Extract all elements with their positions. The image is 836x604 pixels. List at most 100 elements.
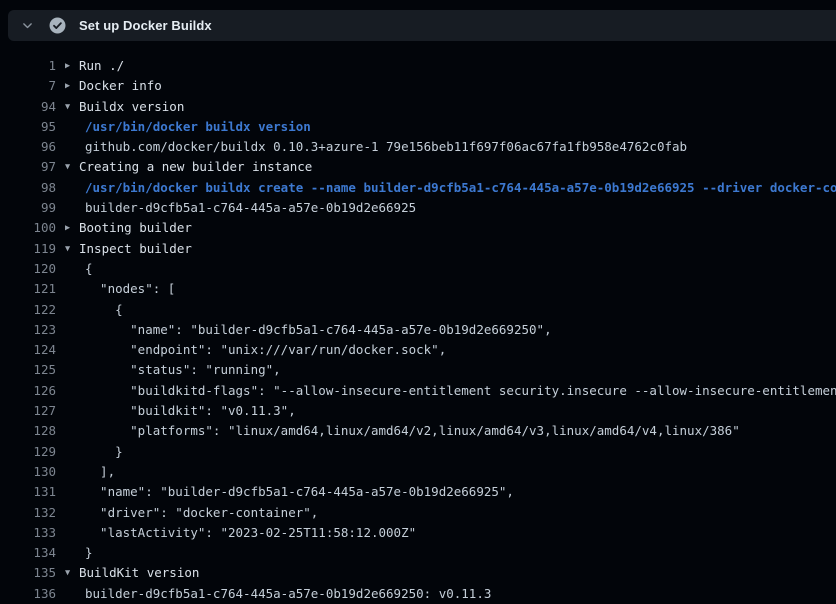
line-number[interactable]: 95 bbox=[0, 117, 56, 137]
chevron-down-icon[interactable]: ▼ bbox=[65, 239, 79, 259]
log-line[interactable]: 120 { bbox=[0, 259, 836, 279]
log-text: { bbox=[85, 300, 123, 320]
log-text: "status": "running", bbox=[85, 360, 281, 380]
line-number[interactable]: 1 bbox=[0, 56, 56, 76]
arrow-slot-empty bbox=[65, 584, 79, 604]
chevron-right-icon[interactable]: ▶ bbox=[65, 56, 79, 76]
arrow-slot-empty bbox=[65, 401, 79, 421]
log-text: } bbox=[85, 442, 123, 462]
line-number[interactable]: 7 bbox=[0, 76, 56, 96]
log-text: "name": "builder-d9cfb5a1-c764-445a-a57e… bbox=[85, 320, 552, 340]
line-number[interactable]: 119 bbox=[0, 239, 56, 259]
arrow-slot-empty bbox=[65, 137, 79, 157]
log-line[interactable]: 135 ▼ BuildKit version bbox=[0, 563, 836, 583]
line-number[interactable]: 129 bbox=[0, 442, 56, 462]
actions-log-viewer: Set up Docker Buildx 1 ▶ Run ./ 7 ▶ Dock… bbox=[0, 0, 836, 604]
line-number[interactable]: 120 bbox=[0, 259, 56, 279]
log-line[interactable]: 122 { bbox=[0, 300, 836, 320]
line-number[interactable]: 127 bbox=[0, 401, 56, 421]
arrow-slot-empty bbox=[65, 300, 79, 320]
log-line[interactable]: 94 ▼ Buildx version bbox=[0, 97, 836, 117]
log-line[interactable]: 129 } bbox=[0, 442, 836, 462]
arrow-slot-empty bbox=[65, 340, 79, 360]
arrow-slot-empty bbox=[65, 178, 79, 198]
log-line[interactable]: 100 ▶ Booting builder bbox=[0, 218, 836, 238]
arrow-slot-empty bbox=[65, 523, 79, 543]
chevron-down-icon[interactable]: ▼ bbox=[65, 97, 79, 117]
arrow-slot-empty bbox=[65, 117, 79, 137]
arrow-slot-empty bbox=[65, 198, 79, 218]
log-line[interactable]: 7 ▶ Docker info bbox=[0, 76, 836, 96]
log-text: "platforms": "linux/amd64,linux/amd64/v2… bbox=[85, 421, 740, 441]
line-number[interactable]: 136 bbox=[0, 584, 56, 604]
log-line[interactable]: 132 "driver": "docker-container", bbox=[0, 503, 836, 523]
log-text: Buildx version bbox=[79, 97, 184, 117]
line-number[interactable]: 122 bbox=[0, 300, 56, 320]
line-number[interactable]: 128 bbox=[0, 421, 56, 441]
log-line[interactable]: 99 builder-d9cfb5a1-c764-445a-a57e-0b19d… bbox=[0, 198, 836, 218]
arrow-slot-empty bbox=[65, 543, 79, 563]
log-line[interactable]: 96 github.com/docker/buildx 0.10.3+azure… bbox=[0, 137, 836, 157]
line-number[interactable]: 123 bbox=[0, 320, 56, 340]
log-line[interactable]: 128 "platforms": "linux/amd64,linux/amd6… bbox=[0, 421, 836, 441]
log-text: "buildkitd-flags": "--allow-insecure-ent… bbox=[85, 381, 836, 401]
log-text: "lastActivity": "2023-02-25T11:58:12.000… bbox=[85, 523, 416, 543]
log-line[interactable]: 130 ], bbox=[0, 462, 836, 482]
log-text: Booting builder bbox=[79, 218, 192, 238]
log-text: /usr/bin/docker buildx create --name bui… bbox=[85, 178, 836, 198]
log-line[interactable]: 133 "lastActivity": "2023-02-25T11:58:12… bbox=[0, 523, 836, 543]
line-number[interactable]: 97 bbox=[0, 157, 56, 177]
log-text: Run ./ bbox=[79, 56, 124, 76]
log-text: Creating a new builder instance bbox=[79, 157, 312, 177]
log-line[interactable]: 97 ▼ Creating a new builder instance bbox=[0, 157, 836, 177]
chevron-down-icon[interactable] bbox=[21, 19, 34, 32]
arrow-slot-empty bbox=[65, 482, 79, 502]
line-number[interactable]: 99 bbox=[0, 198, 56, 218]
line-number[interactable]: 133 bbox=[0, 523, 56, 543]
log-line[interactable]: 134 } bbox=[0, 543, 836, 563]
arrow-slot-empty bbox=[65, 462, 79, 482]
log-line[interactable]: 1 ▶ Run ./ bbox=[0, 56, 836, 76]
arrow-slot-empty bbox=[65, 442, 79, 462]
line-number[interactable]: 130 bbox=[0, 462, 56, 482]
log-line[interactable]: 95 /usr/bin/docker buildx version bbox=[0, 117, 836, 137]
line-number[interactable]: 135 bbox=[0, 563, 56, 583]
log-line[interactable]: 123 "name": "builder-d9cfb5a1-c764-445a-… bbox=[0, 320, 836, 340]
log-text: builder-d9cfb5a1-c764-445a-a57e-0b19d2e6… bbox=[85, 584, 491, 604]
log-line[interactable]: 136 builder-d9cfb5a1-c764-445a-a57e-0b19… bbox=[0, 584, 836, 604]
line-number[interactable]: 134 bbox=[0, 543, 56, 563]
step-header[interactable]: Set up Docker Buildx bbox=[8, 10, 836, 41]
arrow-slot-empty bbox=[65, 381, 79, 401]
log-text: } bbox=[85, 543, 93, 563]
chevron-down-icon[interactable]: ▼ bbox=[65, 563, 79, 583]
chevron-right-icon[interactable]: ▶ bbox=[65, 76, 79, 96]
arrow-slot-empty bbox=[65, 503, 79, 523]
line-number[interactable]: 124 bbox=[0, 340, 56, 360]
line-number[interactable]: 98 bbox=[0, 178, 56, 198]
log-line[interactable]: 121 "nodes": [ bbox=[0, 279, 836, 299]
log-text: Docker info bbox=[79, 76, 162, 96]
log-text: Inspect builder bbox=[79, 239, 192, 259]
arrow-slot-empty bbox=[65, 421, 79, 441]
log-line[interactable]: 126 "buildkitd-flags": "--allow-insecure… bbox=[0, 381, 836, 401]
log-line[interactable]: 127 "buildkit": "v0.11.3", bbox=[0, 401, 836, 421]
log-line[interactable]: 125 "status": "running", bbox=[0, 360, 836, 380]
arrow-slot-empty bbox=[65, 360, 79, 380]
line-number[interactable]: 94 bbox=[0, 97, 56, 117]
log-lines: 1 ▶ Run ./ 7 ▶ Docker info 94 ▼ Buildx v… bbox=[0, 41, 836, 604]
log-line[interactable]: 98 /usr/bin/docker buildx create --name … bbox=[0, 178, 836, 198]
line-number[interactable]: 125 bbox=[0, 360, 56, 380]
log-line[interactable]: 131 "name": "builder-d9cfb5a1-c764-445a-… bbox=[0, 482, 836, 502]
line-number[interactable]: 100 bbox=[0, 218, 56, 238]
line-number[interactable]: 132 bbox=[0, 503, 56, 523]
log-line[interactable]: 124 "endpoint": "unix:///var/run/docker.… bbox=[0, 340, 836, 360]
chevron-down-icon[interactable]: ▼ bbox=[65, 157, 79, 177]
log-text: { bbox=[85, 259, 93, 279]
chevron-right-icon[interactable]: ▶ bbox=[65, 218, 79, 238]
line-number[interactable]: 131 bbox=[0, 482, 56, 502]
line-number[interactable]: 96 bbox=[0, 137, 56, 157]
line-number[interactable]: 126 bbox=[0, 381, 56, 401]
log-line[interactable]: 119 ▼ Inspect builder bbox=[0, 239, 836, 259]
line-number[interactable]: 121 bbox=[0, 279, 56, 299]
step-title: Set up Docker Buildx bbox=[79, 18, 212, 33]
